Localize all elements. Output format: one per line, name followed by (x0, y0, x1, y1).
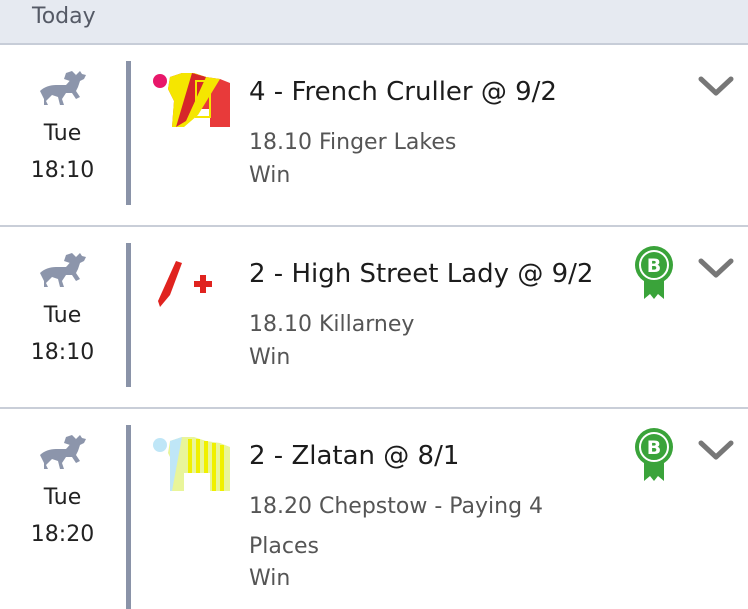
race-name: 18.10 Killarney (249, 312, 415, 337)
card-divider (126, 243, 131, 387)
market-type: Win (249, 345, 291, 370)
bet-card[interactable]: Tue 18:20 2 - Zlatan @ 8/1 18.20 Chepsto… (0, 409, 748, 609)
runner-selection: 2 - High Street Lady @ 9/2 (249, 259, 594, 289)
horse-racing-icon (40, 71, 86, 105)
chevron-down-icon[interactable] (698, 257, 734, 279)
boost-badge-letter: B (647, 437, 661, 459)
bet-card[interactable]: Tue 18:10 2 - High Street Lady @ 9/2 18.… (0, 227, 748, 409)
runner-selection: 4 - French Cruller @ 9/2 (249, 77, 557, 107)
date-header-title: Today (32, 4, 96, 29)
market-type: Win (249, 163, 291, 188)
chevron-down-icon[interactable] (698, 439, 734, 461)
boost-badge-icon: B (635, 428, 673, 481)
bet-time: 18:10 (30, 158, 95, 183)
horse-racing-icon (40, 435, 86, 469)
jockey-silk-icon (158, 261, 212, 307)
bet-day: Tue (43, 485, 82, 510)
market-type: Win (249, 566, 291, 591)
boost-badge-icon: B (635, 246, 673, 299)
jockey-silk-icon (153, 73, 230, 127)
bet-day: Tue (43, 303, 82, 328)
bet-day: Tue (43, 121, 82, 146)
card-divider (126, 61, 131, 205)
bet-time: 18:20 (30, 522, 95, 547)
bet-card[interactable]: Tue 18:10 4 - French Cruller @ 9/2 18.10… (0, 45, 748, 227)
jockey-silk-icon (153, 437, 230, 491)
race-name: 18.10 Finger Lakes (249, 130, 457, 155)
card-divider (126, 425, 131, 609)
runner-selection: 2 - Zlatan @ 8/1 (249, 441, 460, 471)
boost-badge-letter: B (647, 255, 661, 277)
race-name: 18.20 Chepstow - Paying 4 Places (249, 494, 544, 559)
horse-racing-icon (40, 253, 86, 287)
date-header: Today (0, 0, 748, 45)
bet-time: 18:10 (30, 340, 95, 365)
chevron-down-icon[interactable] (698, 75, 734, 97)
